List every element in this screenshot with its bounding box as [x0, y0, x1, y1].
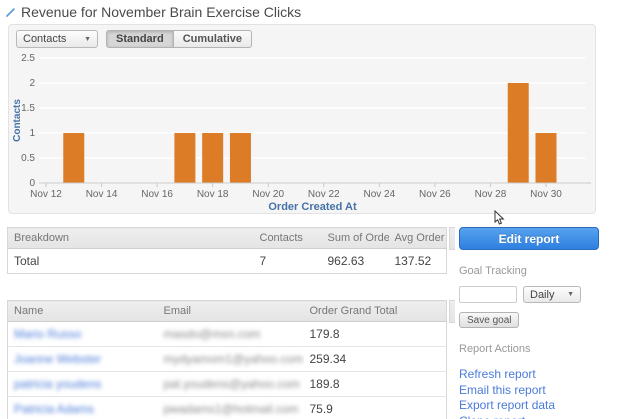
report-actions-label: Report Actions — [459, 343, 531, 355]
mouse-cursor — [494, 210, 505, 225]
report-action-link[interactable]: Clone report — [459, 415, 597, 419]
x-tick-label: Nov 12 — [30, 189, 62, 200]
breakdown-col-header: Contacts — [253, 227, 322, 249]
breakdown-cell: 7 — [259, 254, 267, 268]
bar-day-17[interactable] — [174, 133, 196, 183]
contact-name-link[interactable]: patricia youdens — [14, 377, 101, 391]
y-tick-label: 0 — [29, 178, 35, 189]
edit-pencil-icon[interactable] — [5, 7, 16, 18]
contact-name-cell: Patricia Adams — [8, 397, 158, 419]
contact-name-cell: Mario Russo — [7, 321, 158, 347]
contact-name-cell: patricia youdens — [7, 371, 158, 397]
contact-name-link[interactable]: Mario Russo — [14, 327, 81, 341]
order-grand-total-cell: 259.34 — [303, 346, 447, 372]
contact-email: pat.youdens@yahoo.com — [163, 377, 300, 391]
breakdown-col-header: Avg Order Gran... — [388, 227, 447, 249]
order-grand-total-cell: 189.8 — [303, 371, 447, 397]
truncated-column-sliver — [449, 227, 455, 250]
chart-controls: Contacts ▼ Standard Cumulative — [16, 30, 252, 48]
x-axis-title: Order Created At — [268, 201, 357, 213]
breakdown-table: BreakdownContactsSum of Order G...Avg Or… — [7, 227, 447, 274]
chart-mode-toggle: Standard Cumulative — [106, 30, 252, 48]
goal-interval-value: Daily — [530, 288, 555, 301]
bar-day-13[interactable] — [63, 133, 85, 183]
contact-name-link[interactable]: Joanne Webster — [14, 352, 101, 366]
y-tick-label: 1 — [29, 128, 35, 139]
x-tick-label: Nov 24 — [363, 189, 395, 200]
goal-tracking-label: Goal Tracking — [459, 265, 527, 277]
breakdown-cell: 137.52 — [394, 254, 432, 268]
x-tick-label: Nov 28 — [475, 189, 507, 200]
report-action-link[interactable]: Export report data — [459, 399, 597, 412]
contact-email-cell: pat.youdens@yahoo.com — [157, 371, 304, 397]
contacts-table: Name Email Order Grand Total Mario Russo ma… — [7, 300, 447, 419]
order-grand-total-cell: 75.9 — [309, 402, 333, 416]
report-actions-list: Refresh report Email this report Export re… — [459, 368, 597, 419]
report-sidebar: Edit report Goal Tracking Daily ▼ Save g… — [459, 227, 599, 419]
bar-day-29[interactable] — [507, 83, 529, 183]
contact-name-cell: Joanne Webster — [7, 346, 158, 372]
metric-select-value: Contacts — [23, 33, 67, 45]
table-row: Joanne Webster mydyamom1@yahoo.com 259.34 — [7, 346, 447, 372]
x-tick-label: Nov 14 — [86, 189, 118, 200]
x-tick-label: Nov 18 — [197, 189, 229, 200]
metric-select[interactable]: Contacts ▼ — [16, 30, 98, 48]
goal-interval-select[interactable]: Daily ▼ — [523, 286, 581, 303]
contacts-col-header: Order Grand Total — [303, 300, 447, 322]
breakdown-col-header: Breakdown — [7, 227, 254, 249]
x-tick-label: Nov 30 — [530, 189, 562, 200]
chevron-down-icon: ▼ — [567, 291, 574, 298]
chevron-down-icon: ▼ — [84, 35, 91, 43]
x-tick-label: Nov 22 — [308, 189, 340, 200]
page-title: Revenue for November Brain Exercise Clic… — [21, 4, 302, 20]
contact-email: pwadams1@hotmail.com — [163, 402, 299, 416]
table-row: patricia youdens pat.youdens@yahoo.com 189… — [7, 371, 447, 397]
page-header: Revenue for November Brain Exercise Clic… — [5, 4, 301, 20]
breakdown-row: Total 7 962.63 137.52 — [8, 249, 447, 274]
chart-panel: Contacts ▼ Standard Cumulative 0 0.5 1 1.5 2… — [8, 24, 596, 214]
breakdown-cell: Total — [14, 254, 40, 268]
breakdown-cell: 962.63 — [327, 254, 365, 268]
edit-report-button[interactable]: Edit report — [459, 227, 599, 250]
contact-name-link[interactable]: Patricia Adams — [14, 402, 94, 416]
x-tick-label: Nov 16 — [141, 189, 173, 200]
contact-email-cell: pwadams1@hotmail.com — [158, 397, 304, 419]
table-row: Mario Russo masdo@msn.com 179.8 — [7, 321, 447, 347]
report-page: Revenue for November Brain Exercise Clic… — [0, 0, 639, 419]
order-grand-total-cell: 179.8 — [303, 321, 447, 347]
y-tick-label: 2.5 — [21, 53, 35, 64]
y-tick-label: 0.5 — [21, 153, 35, 164]
report-action-link[interactable]: Refresh report — [459, 368, 597, 381]
breakdown-header-row: BreakdownContactsSum of Order G...Avg Or… — [7, 227, 447, 249]
bar-day-19[interactable] — [229, 133, 251, 183]
contacts-col-header: Email — [157, 300, 304, 322]
toggle-cumulative[interactable]: Cumulative — [173, 30, 252, 48]
y-tick-label: 2 — [29, 78, 35, 89]
bar-day-18[interactable] — [202, 133, 224, 183]
breakdown-col-header: Sum of Order G... — [321, 227, 389, 249]
goal-row: Daily ▼ — [459, 286, 597, 303]
table-row: Patricia Adams pwadams1@hotmail.com 75.9 — [8, 397, 447, 419]
x-tick-label: Nov 20 — [252, 189, 284, 200]
y-axis-title: Contacts — [12, 99, 23, 142]
contacts-col-header: Name — [7, 300, 158, 322]
truncated-column-sliver — [449, 300, 455, 323]
contact-email: mydyamom1@yahoo.com — [163, 352, 304, 366]
y-tick-label: 1.5 — [21, 103, 35, 114]
save-goal-button[interactable]: Save goal — [459, 312, 520, 328]
report-action-link[interactable]: Email this report — [459, 384, 597, 397]
toggle-standard[interactable]: Standard — [106, 30, 174, 48]
goal-value-input[interactable] — [459, 286, 517, 303]
bar-chart[interactable]: 0 0.5 1 1.5 2 2.5 Nov 12 Nov 14 Nov 16 Nov 18 Nov … — [9, 25, 595, 213]
contacts-header-row: Name Email Order Grand Total — [7, 300, 447, 322]
contact-email-cell: mydyamom1@yahoo.com — [157, 346, 304, 372]
contact-email-cell: masdo@msn.com — [157, 321, 304, 347]
x-tick-label: Nov 26 — [419, 189, 451, 200]
contact-email: masdo@msn.com — [163, 327, 261, 341]
bar-day-30[interactable] — [535, 133, 557, 183]
